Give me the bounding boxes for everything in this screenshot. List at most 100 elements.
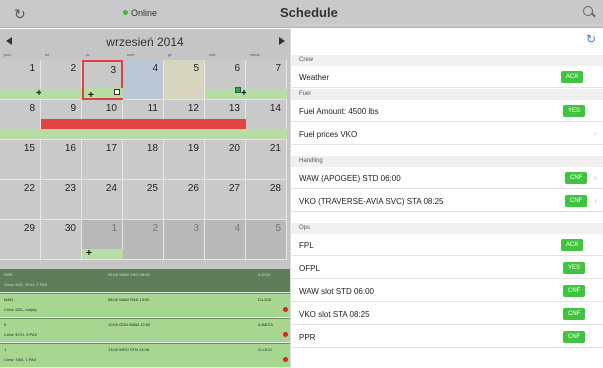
calendar-day[interactable]: 19 bbox=[164, 140, 205, 180]
section-header-ops: Ops bbox=[291, 223, 603, 234]
event-bar[interactable] bbox=[123, 119, 164, 129]
status-badge: ACK bbox=[561, 71, 584, 83]
flight-sub: Crew: TAN, 1 PAX bbox=[4, 357, 37, 362]
event-bar[interactable] bbox=[0, 89, 41, 99]
calendar-day[interactable]: 12 bbox=[164, 100, 205, 140]
calendar-day[interactable]: 3 bbox=[164, 220, 205, 260]
calendar-day[interactable]: 16 bbox=[41, 140, 82, 180]
flight-reg: MAN bbox=[4, 297, 13, 302]
checklist-item[interactable]: VKO slot STA 08:25 CNF bbox=[291, 303, 603, 325]
refresh-icon[interactable]: ↻ bbox=[14, 6, 26, 23]
calendar-day[interactable]: 15 bbox=[0, 140, 41, 180]
calendar-day[interactable]: 23 bbox=[41, 180, 82, 220]
item-label: Fuel Amount: 4500 lbs bbox=[299, 107, 379, 116]
event-bar[interactable] bbox=[41, 119, 82, 129]
calendar-day[interactable]: 13 bbox=[205, 100, 246, 140]
calendar-day[interactable]: 10 bbox=[82, 100, 123, 140]
status-badge: ACK bbox=[561, 239, 584, 251]
chevron-right-icon: › bbox=[594, 173, 597, 182]
event-bar[interactable] bbox=[123, 129, 164, 139]
calendar-day[interactable]: 6 + bbox=[205, 60, 247, 100]
calendar-day[interactable]: 1 + bbox=[0, 60, 42, 100]
flight-time: 10:00 GDN WAW 12:00 bbox=[108, 322, 151, 327]
next-month-icon[interactable] bbox=[279, 37, 285, 45]
calendar-day[interactable]: 26 bbox=[164, 180, 205, 220]
flight-row[interactable]: 1 Crew: TAN, 1 PAX 13:00 WRO STN 14:45 G… bbox=[0, 344, 290, 368]
calendar-week: 1 + 2 3 + 4 5 6 + 7 bbox=[0, 60, 290, 101]
calendar-day[interactable]: 17 bbox=[82, 140, 123, 180]
calendar-day[interactable]: 24 bbox=[82, 180, 123, 220]
calendar-week: 8 9 10 11 12 13 14 bbox=[0, 100, 290, 140]
checklist-item[interactable]: FPL ACK bbox=[291, 234, 603, 256]
calendar-day[interactable]: 5 bbox=[246, 220, 287, 260]
prev-month-icon[interactable] bbox=[6, 37, 12, 45]
calendar-day[interactable]: 18 bbox=[123, 140, 164, 180]
status-badge: CNF bbox=[563, 331, 586, 343]
calendar-day[interactable]: 8 bbox=[0, 100, 41, 140]
calendar-day[interactable]: 11 bbox=[123, 100, 164, 140]
event-bar[interactable] bbox=[82, 119, 123, 129]
event-bar[interactable] bbox=[246, 129, 287, 139]
event-bar[interactable] bbox=[205, 119, 246, 129]
flight-aircraft: G-LEOI bbox=[258, 347, 272, 352]
calendar-day[interactable]: 4 bbox=[205, 220, 246, 260]
calendar-day[interactable]: 25 bbox=[123, 180, 164, 220]
checklist-item[interactable]: PPR CNF bbox=[291, 326, 603, 348]
flight-row[interactable]: RAR Crew: DEL, ECH, 2 PAX 06:00 WAW VKO … bbox=[0, 269, 290, 293]
flight-reg: RAR bbox=[4, 272, 13, 277]
calendar-day[interactable]: 2 bbox=[123, 220, 164, 260]
calendar-week: 15 16 17 18 19 20 21 bbox=[0, 140, 290, 180]
alert-dot-icon bbox=[283, 307, 288, 312]
event-bar[interactable] bbox=[41, 89, 82, 99]
month-header: wrzesień 2014 bbox=[0, 33, 290, 51]
top-bar: ↻ Online Schedule bbox=[0, 0, 603, 28]
event-bar[interactable] bbox=[41, 129, 82, 139]
online-dot-icon bbox=[123, 10, 128, 15]
checklist-item[interactable]: WAW slot STD 06:00 CNF bbox=[291, 280, 603, 302]
flight-time: 06:00 WAW VKO 08:25 bbox=[108, 272, 150, 277]
calendar-day[interactable]: 9 bbox=[41, 100, 82, 140]
flight-row[interactable]: 5 Crew: ECH, 5 PAX 10:00 GDN WAW 12:00 A… bbox=[0, 319, 290, 343]
section-header-crew: Crew bbox=[291, 55, 603, 66]
calendar-day[interactable]: 28 bbox=[246, 180, 287, 220]
calendar-day[interactable]: 1 + bbox=[82, 220, 123, 260]
event-bar[interactable] bbox=[246, 89, 287, 99]
flight-time: 13:00 WRO STN 14:45 bbox=[108, 347, 150, 352]
checklist-item[interactable]: Weather ACK bbox=[291, 66, 603, 88]
calendar-day[interactable]: 5 bbox=[164, 60, 205, 100]
calendar-day[interactable]: 14 bbox=[246, 100, 287, 140]
item-label: WAW (APOGEE) STD 06:00 bbox=[299, 174, 401, 183]
calendar-day[interactable]: 29 bbox=[0, 220, 41, 260]
status-badge: CNF bbox=[565, 172, 588, 184]
event-bar[interactable] bbox=[82, 129, 123, 139]
event-bar[interactable] bbox=[205, 129, 246, 139]
flight-row[interactable]: MAN Crew: DEL, empty 08:00 WAW RAK 13:00… bbox=[0, 294, 290, 318]
calendar-day[interactable]: 2 bbox=[41, 60, 82, 100]
weekday-row: pon. wt. śr. czw. pt. sob. niedz. bbox=[4, 52, 261, 57]
checklist-item[interactable]: Fuel prices VKO › bbox=[291, 123, 603, 145]
add-icon[interactable]: + bbox=[86, 248, 92, 259]
calendar-day[interactable]: 4 bbox=[123, 60, 164, 100]
checklist-item[interactable]: VKO (TRAVERSE-AVIA SVC) STA 08:25 CNF › bbox=[291, 190, 603, 212]
event-bar[interactable] bbox=[0, 129, 41, 139]
calendar-day[interactable]: 21 bbox=[246, 140, 287, 180]
chevron-right-icon: › bbox=[594, 129, 597, 138]
calendar-day[interactable]: 27 bbox=[205, 180, 246, 220]
event-bar[interactable] bbox=[164, 129, 205, 139]
calendar-day[interactable]: 30 bbox=[41, 220, 82, 260]
checklist-item[interactable]: OFPL YES bbox=[291, 257, 603, 279]
flight-sub: Crew: ECH, 5 PAX bbox=[4, 332, 38, 337]
calendar-day[interactable]: 7 bbox=[246, 60, 287, 100]
item-label: Fuel prices VKO bbox=[299, 130, 358, 139]
calendar-day[interactable]: 22 bbox=[0, 180, 41, 220]
item-label: VKO slot STA 08:25 bbox=[299, 310, 370, 319]
search-icon[interactable] bbox=[583, 6, 593, 16]
status-badge: CNF bbox=[563, 308, 586, 320]
alert-dot-icon bbox=[283, 332, 288, 337]
checklist-item[interactable]: WAW (APOGEE) STD 06:00 CNF › bbox=[291, 167, 603, 189]
refresh-icon[interactable]: ↻ bbox=[586, 32, 596, 46]
calendar-day[interactable]: 20 bbox=[205, 140, 246, 180]
checklist-item[interactable]: Fuel Amount: 4500 lbs YES bbox=[291, 100, 603, 122]
calendar-day-selected[interactable]: 3 + bbox=[82, 60, 125, 101]
event-bar[interactable] bbox=[164, 119, 205, 129]
